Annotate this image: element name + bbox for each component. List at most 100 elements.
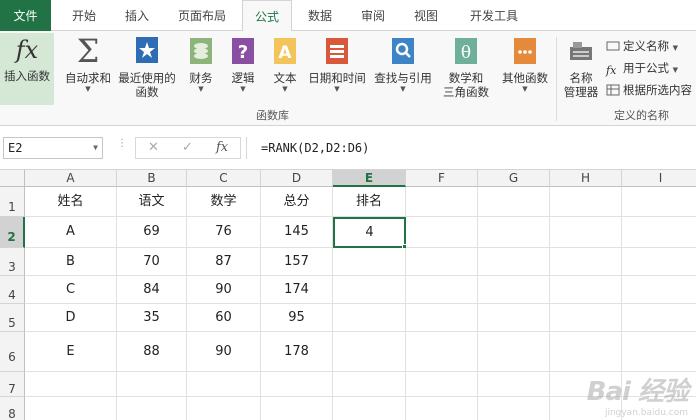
cell-h1[interactable] (550, 187, 622, 217)
name-box[interactable]: E2 ▼ (3, 137, 103, 159)
cell-g3[interactable] (478, 248, 550, 276)
cell-g2[interactable] (478, 217, 550, 248)
tab-developer[interactable]: 开发工具 (458, 0, 530, 31)
cell-e5[interactable] (333, 304, 406, 332)
cell-e1[interactable]: 排名 (333, 187, 406, 217)
cell-f5[interactable] (406, 304, 478, 332)
cell-e4[interactable] (333, 276, 406, 304)
cell-b3[interactable]: 70 (117, 248, 187, 276)
cell-d1[interactable]: 总分 (261, 187, 333, 217)
lookup-reference-button[interactable]: 查找与引用 ▼ (372, 35, 434, 93)
cell-b1[interactable]: 语文 (117, 187, 187, 217)
cell-f7[interactable] (406, 372, 478, 397)
cell-c3[interactable]: 87 (187, 248, 261, 276)
cell-b7[interactable] (117, 372, 187, 397)
cell-g4[interactable] (478, 276, 550, 304)
cell-f1[interactable] (406, 187, 478, 217)
cell-e8[interactable] (333, 397, 406, 420)
cell-b8[interactable] (117, 397, 187, 420)
math-trig-button[interactable]: θ 数学和 三角函数 (436, 35, 496, 99)
column-header-h[interactable]: H (550, 170, 622, 187)
row-header-3[interactable]: 3 (0, 248, 25, 276)
cell-h6[interactable] (550, 332, 622, 372)
cell-g1[interactable] (478, 187, 550, 217)
name-manager-button[interactable]: 名称 管理器 (560, 35, 602, 99)
row-header-6[interactable]: 6 (0, 332, 25, 372)
cell-a7[interactable] (25, 372, 117, 397)
cell-i6[interactable] (622, 332, 696, 372)
chevron-down-icon[interactable]: ▼ (93, 138, 98, 158)
tab-view[interactable]: 视图 (402, 0, 450, 31)
column-header-b[interactable]: B (117, 170, 187, 187)
cell-a2[interactable]: A (25, 217, 117, 248)
cell-i1[interactable] (622, 187, 696, 217)
use-in-formula-button[interactable]: fx 用于公式 ▼ (606, 59, 678, 77)
cell-e3[interactable] (333, 248, 406, 276)
enter-icon[interactable]: ✓ (182, 138, 193, 158)
cell-d6[interactable]: 178 (261, 332, 333, 372)
cell-f8[interactable] (406, 397, 478, 420)
row-header-4[interactable]: 4 (0, 276, 25, 304)
row-header-7[interactable]: 7 (0, 372, 25, 397)
cell-c1[interactable]: 数学 (187, 187, 261, 217)
cell-a4[interactable]: C (25, 276, 117, 304)
datetime-button[interactable]: 日期和时间 ▼ (306, 35, 368, 93)
cell-h5[interactable] (550, 304, 622, 332)
insert-function-button[interactable]: fx 插入函数 (0, 33, 54, 105)
tab-formulas[interactable]: 公式 (242, 0, 292, 32)
cell-c5[interactable]: 60 (187, 304, 261, 332)
tab-insert[interactable]: 插入 (113, 0, 161, 31)
formula-input[interactable]: =RANK(D2,D2:D6) (246, 137, 694, 159)
cell-i3[interactable] (622, 248, 696, 276)
cell-d5[interactable]: 95 (261, 304, 333, 332)
cell-c7[interactable] (187, 372, 261, 397)
row-header-2[interactable]: 2 (0, 217, 25, 248)
tab-home[interactable]: 开始 (60, 0, 108, 31)
column-header-f[interactable]: F (406, 170, 478, 187)
cell-f3[interactable] (406, 248, 478, 276)
cancel-icon[interactable]: ✕ (148, 138, 159, 158)
create-from-selection-button[interactable]: 根据所选内容 (606, 81, 692, 99)
logical-button[interactable]: ? 逻辑 ▼ (226, 35, 260, 93)
cell-c8[interactable] (187, 397, 261, 420)
cell-g7[interactable] (478, 372, 550, 397)
more-functions-button[interactable]: 其他函数 ▼ (498, 35, 552, 93)
cell-d2[interactable]: 145 (261, 217, 333, 248)
tab-review[interactable]: 审阅 (349, 0, 397, 31)
row-header-8[interactable]: 8 (0, 397, 25, 420)
insert-function-icon[interactable]: fx (216, 138, 228, 158)
column-header-a[interactable]: A (25, 170, 117, 187)
row-header-1[interactable]: 1 (0, 187, 25, 217)
cell-h2[interactable] (550, 217, 622, 248)
cell-c2[interactable]: 76 (187, 217, 261, 248)
column-header-i[interactable]: I (622, 170, 696, 187)
cell-b4[interactable]: 84 (117, 276, 187, 304)
text-functions-button[interactable]: A 文本 ▼ (268, 35, 302, 93)
tab-page-layout[interactable]: 页面布局 (167, 0, 237, 31)
define-name-button[interactable]: 定义名称 ▼ (606, 37, 678, 55)
column-header-c[interactable]: C (187, 170, 261, 187)
cell-h4[interactable] (550, 276, 622, 304)
cell-d3[interactable]: 157 (261, 248, 333, 276)
cell-a3[interactable]: B (25, 248, 117, 276)
financial-button[interactable]: 财务 ▼ (184, 35, 218, 93)
cell-g5[interactable] (478, 304, 550, 332)
autosum-button[interactable]: Σ 自动求和 ▼ (60, 35, 116, 93)
cell-i2[interactable] (622, 217, 696, 248)
row-header-5[interactable]: 5 (0, 304, 25, 332)
cell-e2[interactable]: 4 (333, 217, 406, 248)
cell-g8[interactable] (478, 397, 550, 420)
cell-d4[interactable]: 174 (261, 276, 333, 304)
cell-i5[interactable] (622, 304, 696, 332)
cell-a5[interactable]: D (25, 304, 117, 332)
cell-f4[interactable] (406, 276, 478, 304)
select-all-corner[interactable] (0, 170, 25, 187)
cell-e6[interactable] (333, 332, 406, 372)
cell-g6[interactable] (478, 332, 550, 372)
tab-file[interactable]: 文件 (0, 0, 51, 31)
column-header-e[interactable]: E (333, 170, 406, 187)
cell-b6[interactable]: 88 (117, 332, 187, 372)
cell-c4[interactable]: 90 (187, 276, 261, 304)
cell-a8[interactable] (25, 397, 117, 420)
cell-b5[interactable]: 35 (117, 304, 187, 332)
